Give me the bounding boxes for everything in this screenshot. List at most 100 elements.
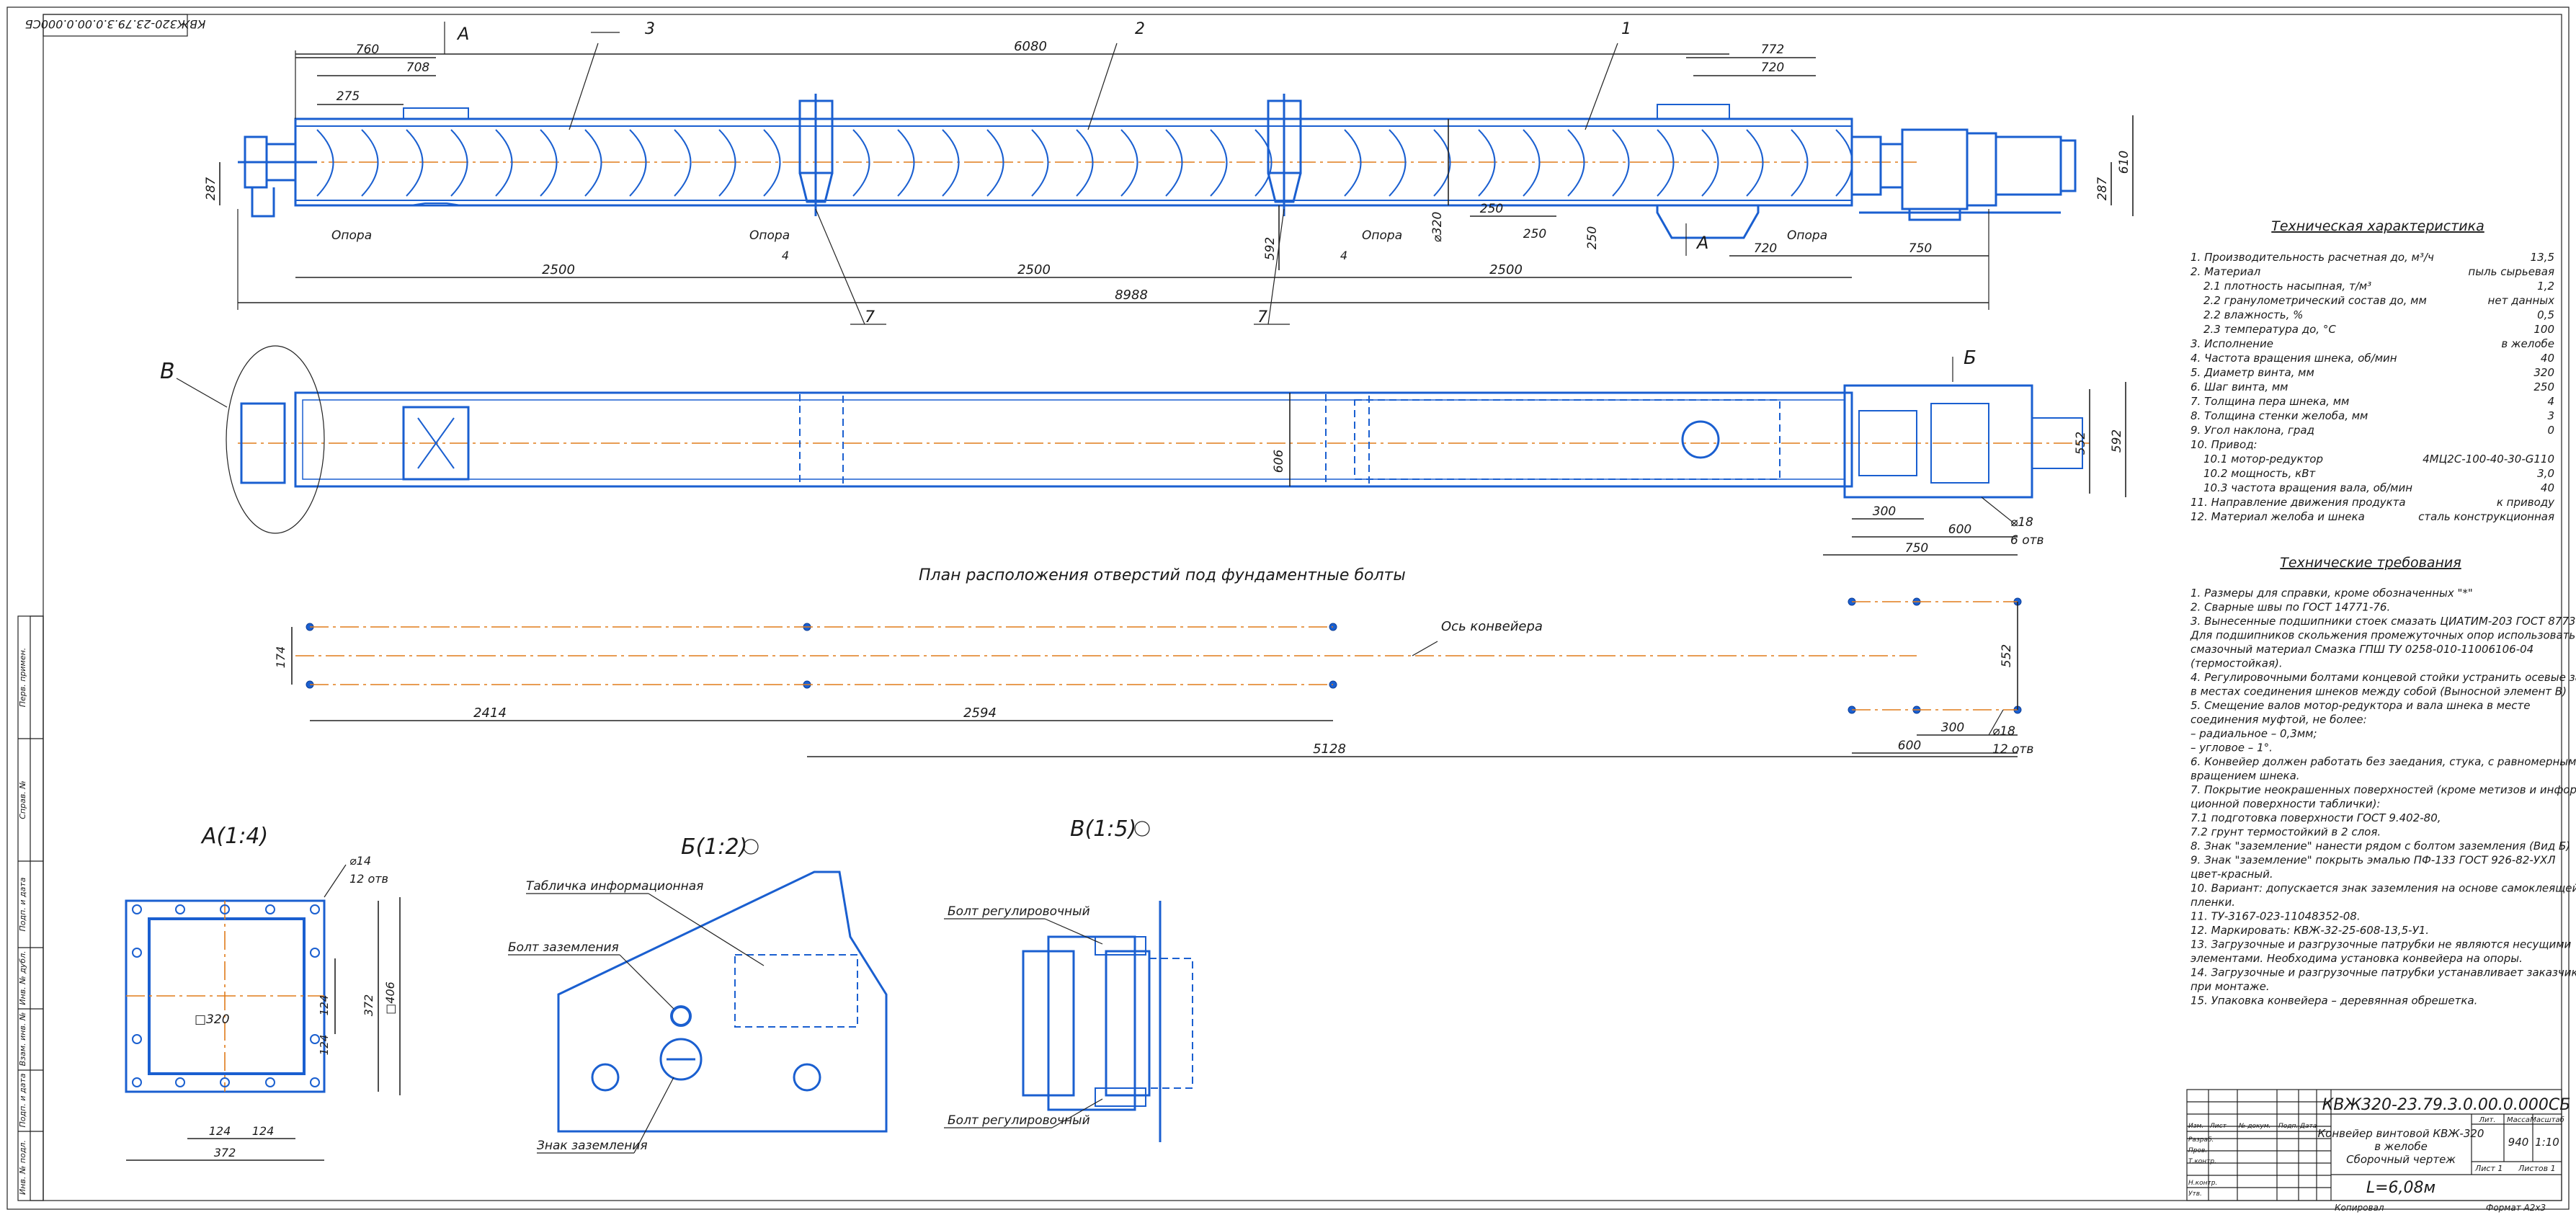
person-role: Разраб. bbox=[2188, 1136, 2214, 1144]
flight-turn bbox=[1746, 129, 1764, 197]
tech-requirement: 2. Сварные швы по ГОСТ 14771-76. bbox=[2191, 601, 2390, 614]
dim: 720 bbox=[1754, 241, 1777, 256]
flight-turn bbox=[763, 129, 781, 197]
tech-requirement: 7.1 подготовка поверхности ГОСТ 9.402-80… bbox=[2191, 811, 2441, 824]
dim: 750 bbox=[1905, 541, 1928, 556]
callout-number: 2 bbox=[1135, 20, 1145, 38]
support-label: Опора bbox=[331, 228, 372, 243]
dim: 2594 bbox=[963, 705, 997, 721]
tech-requirement: 12. Маркировать: КВЖ-32-25-608-13,5-У1. bbox=[2191, 924, 2429, 937]
hole-count: 12 отв bbox=[349, 872, 388, 886]
person-role: Т.контр. bbox=[2188, 1158, 2216, 1165]
drawing-sheet: КВЖ320-23.79.3.0.00.0.000СБ Перв. примен… bbox=[0, 0, 2576, 1216]
conveyor-elevation: 6080 760 708 275 772 720 287 287 610 ⌀32… bbox=[204, 20, 2134, 326]
view-title: Б(1:2) bbox=[681, 834, 747, 860]
drive-frame-plan bbox=[1843, 384, 2033, 499]
flight-turn bbox=[1701, 129, 1719, 197]
dim: 250 bbox=[1523, 227, 1546, 241]
tech-value: 320 bbox=[2533, 366, 2554, 379]
dim: 606 bbox=[1272, 450, 1286, 473]
flight-turn bbox=[674, 129, 692, 197]
tech-value: 0,5 bbox=[2537, 308, 2554, 321]
hole-spec: ⌀18 bbox=[1992, 724, 2015, 739]
role-header: № докум. bbox=[2238, 1123, 2270, 1130]
dim: 708 bbox=[406, 61, 430, 75]
section-title: Технические требования bbox=[2280, 555, 2461, 571]
strip-label: Перв. примен. bbox=[18, 648, 27, 708]
mass-value: 940 bbox=[2508, 1136, 2529, 1149]
flight-turn bbox=[495, 129, 513, 197]
dim-length: 6080 bbox=[1014, 39, 1047, 54]
flight-turn bbox=[540, 129, 558, 197]
flight-turn bbox=[897, 129, 915, 197]
tech-requirement: цвет-красный. bbox=[2191, 868, 2273, 881]
hole-spec: ⌀18 bbox=[2010, 515, 2033, 530]
tech-requirement: в местах соединения шнеков между собой (… bbox=[2191, 685, 2567, 698]
tech-value: 40 bbox=[2541, 481, 2554, 494]
dim: 372 bbox=[362, 994, 375, 1017]
axis-label: Ось конвейера bbox=[1441, 619, 1543, 634]
tech-requirement: 7.2 грунт термостойкий в 2 слоя. bbox=[2191, 826, 2381, 839]
flight-turn bbox=[1433, 129, 1451, 197]
flange-hole bbox=[175, 1077, 185, 1087]
tech-value: 100 bbox=[2533, 323, 2554, 336]
tech-param: 2.3 температура до, °С bbox=[2203, 323, 2336, 336]
product-name: Конвейер винтовой КВЖ-320 bbox=[2318, 1127, 2484, 1140]
tech-requirement: (термостойкая). bbox=[2191, 657, 2283, 670]
conveyor-plan: В Б 606 552 592 300 600 750 ⌀18 6 отв bbox=[160, 345, 2126, 556]
callout-number: 1 bbox=[1621, 20, 1631, 38]
role-header: Подп. bbox=[2278, 1123, 2298, 1130]
dim: 287 bbox=[204, 177, 218, 201]
hole-spec: ⌀14 bbox=[349, 854, 371, 868]
tech-value: пыль сырьевая bbox=[2468, 265, 2554, 278]
tech-requirement: соединения муфтой, не более: bbox=[2191, 713, 2367, 726]
flight-turn bbox=[1612, 129, 1630, 197]
person-role: Утв. bbox=[2188, 1190, 2202, 1198]
format-label: Формат А2х3 bbox=[2486, 1203, 2546, 1213]
label-info-plate: Табличка информационная bbox=[526, 879, 703, 894]
role-header: Лист bbox=[2209, 1123, 2227, 1130]
outer-frame bbox=[6, 6, 2570, 1210]
inner-frame bbox=[43, 14, 2562, 1201]
dim: 2500 bbox=[542, 262, 575, 277]
dim: 4 bbox=[782, 249, 789, 262]
tech-requirement: 3. Вынесенные подшипники стоек смазать Ц… bbox=[2191, 615, 2576, 628]
dim: 300 bbox=[1941, 721, 1964, 735]
label-adjust-bolt: Болт регулировочный bbox=[948, 1113, 1090, 1128]
tech-param: 10. Привод: bbox=[2191, 438, 2258, 451]
tech-requirement: 1. Размеры для справки, кроме обозначенн… bbox=[2191, 587, 2473, 600]
flange-hole bbox=[265, 904, 275, 914]
header-lit: Лит. bbox=[2478, 1116, 2495, 1124]
tech-param: 10.1 мотор-редуктор bbox=[2203, 453, 2323, 466]
tech-requirement: пленки. bbox=[2191, 896, 2235, 909]
tech-param: 8. Толщина стенки желоба, мм bbox=[2191, 409, 2368, 422]
title-block: Изм. Лист № докум. Подп. Дата Разраб. Пров. Т.к… bbox=[2186, 1089, 2570, 1213]
tech-value: 3 bbox=[2547, 409, 2554, 422]
bolt-hole bbox=[1329, 623, 1337, 631]
flight-turn bbox=[986, 129, 1004, 197]
hole-count: 12 отв bbox=[1992, 742, 2033, 757]
strip-label: Подп. и дата bbox=[18, 877, 27, 931]
person-role: Н.контр. bbox=[2188, 1180, 2217, 1187]
tech-value: в желобе bbox=[2501, 337, 2554, 350]
label-ground-bolt: Болт заземления bbox=[508, 940, 619, 955]
flange-hole bbox=[310, 904, 320, 914]
tech-param: 7. Толщина пера шнека, мм bbox=[2191, 395, 2349, 408]
left-binding-strip: Перв. примен. Справ. № Подп. и дата Инв.… bbox=[17, 615, 44, 1201]
tech-param: 2.2 гранулометрический состав до, мм bbox=[2203, 294, 2427, 307]
copied-label: Копировал bbox=[2335, 1203, 2384, 1213]
person-role: Пров. bbox=[2188, 1147, 2207, 1154]
tech-param: 11. Направление движения продукта bbox=[2191, 496, 2406, 509]
flight-turn bbox=[1165, 129, 1183, 197]
role-header: Дата bbox=[2299, 1123, 2317, 1130]
drive-unit bbox=[1850, 128, 2077, 221]
flange-hole bbox=[265, 1077, 275, 1087]
tech-requirement: – угловое – 1°. bbox=[2191, 742, 2273, 754]
tech-requirement: 15. Упаковка конвейера – деревянная обре… bbox=[2191, 994, 2477, 1007]
strip-label: Подп. и дата bbox=[18, 1073, 27, 1127]
tech-param: 9. Угол наклона, град bbox=[2191, 424, 2314, 437]
dim: 124 bbox=[209, 1124, 231, 1138]
dim: 552 bbox=[2074, 432, 2088, 455]
tech-param: 5. Диаметр винта, мм bbox=[2191, 366, 2314, 379]
tech-requirement: 5. Смещение валов мотор-редуктора и вала… bbox=[2191, 699, 2530, 712]
